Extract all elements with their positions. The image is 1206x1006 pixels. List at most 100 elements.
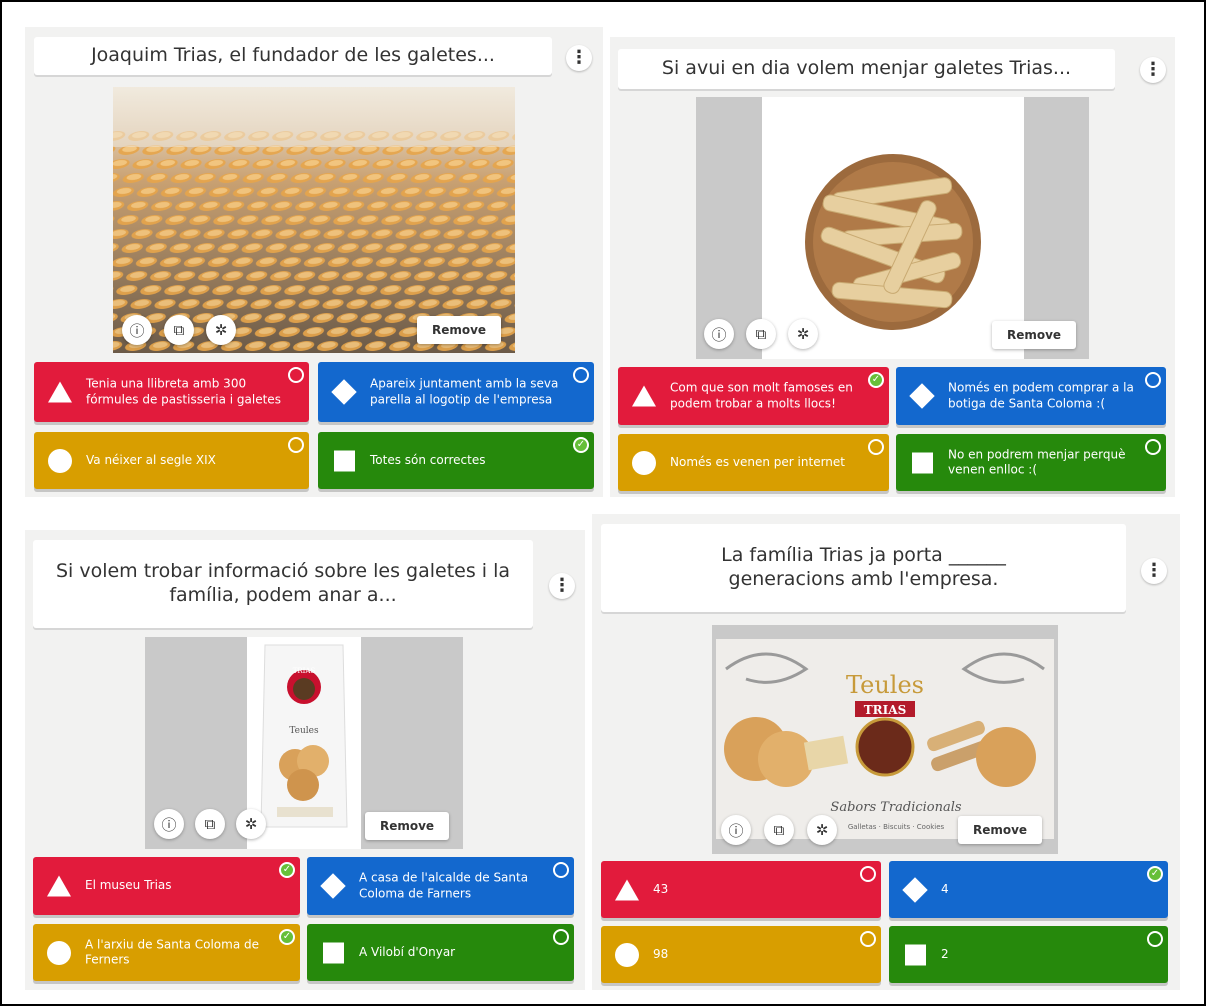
question-image: Teules TRIAS Sabors Tradicionals Galleta… <box>712 625 1058 854</box>
magic-wand-icon[interactable]: ✲ <box>788 319 818 349</box>
answer-3[interactable]: Només es venen per internet <box>618 434 889 491</box>
circle-icon <box>632 450 656 475</box>
triangle-icon <box>615 879 639 900</box>
correct-toggle-checked[interactable]: ✓ <box>868 372 884 388</box>
box-logo-text: TRIAS <box>864 703 907 717</box>
diamond-icon <box>909 383 935 409</box>
more-options-icon[interactable]: ⋮ <box>566 45 592 71</box>
correct-toggle[interactable] <box>288 437 304 453</box>
correct-toggle-checked[interactable]: ✓ <box>279 929 295 945</box>
triangle-icon <box>47 875 71 897</box>
correct-toggle-checked[interactable]: ✓ <box>1147 866 1163 882</box>
answer-3[interactable]: 98 <box>601 926 881 983</box>
teules-box-photo: Teules TRIAS Sabors Tradicionals Galleta… <box>716 639 1054 839</box>
package-brand-text: TRIAS <box>293 667 316 675</box>
package-name-text: Teules <box>289 726 319 736</box>
square-icon <box>912 452 933 473</box>
correct-toggle[interactable] <box>553 929 569 945</box>
answer-text: 98 <box>653 946 669 961</box>
magic-wand-icon[interactable]: ✲ <box>807 815 837 845</box>
correct-toggle[interactable] <box>1147 931 1163 947</box>
remove-image-button[interactable]: Remove <box>958 816 1042 844</box>
biscuits-photo <box>113 87 515 353</box>
question-card-4: La família Trias ja porta ______ generac… <box>592 514 1180 990</box>
answer-2[interactable]: 4 ✓ <box>889 861 1168 918</box>
correct-toggle[interactable] <box>1145 372 1161 388</box>
square-icon <box>334 450 355 471</box>
question-title[interactable]: Si volem trobar informació sobre les gal… <box>33 540 533 628</box>
more-options-icon[interactable]: ⋮ <box>1141 558 1167 584</box>
box-brand-text: Teules <box>846 671 924 699</box>
crop-icon[interactable]: ⧉ <box>164 315 194 345</box>
answer-text: A l'arxiu de Santa Coloma de Ferners <box>85 936 259 967</box>
magic-wand-icon[interactable]: ✲ <box>236 809 266 839</box>
answer-2[interactable]: A casa de l'alcalde de Santa Coloma de F… <box>307 857 574 915</box>
circle-icon <box>47 940 71 965</box>
triangle-icon <box>48 381 72 403</box>
answer-4[interactable]: Totes són correctes ✓ <box>318 432 594 489</box>
question-image: ⓘ ⧉ ✲ Remove <box>696 97 1089 359</box>
diamond-icon <box>902 876 928 903</box>
answer-1[interactable]: El museu Trias ✓ <box>33 857 300 915</box>
question-title[interactable]: Joaquim Trias, el fundador de les galete… <box>34 37 552 75</box>
square-icon <box>323 942 344 963</box>
crop-icon[interactable]: ⧉ <box>764 815 794 845</box>
question-card-2: Si avui en dia volem menjar galetes Tria… <box>610 37 1175 497</box>
correct-toggle[interactable] <box>860 931 876 947</box>
triangle-icon <box>632 385 656 407</box>
correct-toggle[interactable] <box>288 367 304 383</box>
correct-toggle[interactable] <box>860 866 876 882</box>
circle-icon <box>48 448 72 473</box>
answer-1[interactable]: Com que son molt famoses en podem trobar… <box>618 367 889 425</box>
question-card-3: Si volem trobar informació sobre les gal… <box>25 530 585 990</box>
answer-4[interactable]: A Vilobí d'Onyar <box>307 924 574 981</box>
remove-image-button[interactable]: Remove <box>365 812 449 840</box>
answer-text: Com que son molt famoses en podem trobar… <box>670 380 853 410</box>
question-title[interactable]: Si avui en dia volem menjar galetes Tria… <box>618 49 1115 89</box>
correct-toggle[interactable] <box>1145 439 1161 455</box>
answer-text: Va néixer al segle XIX <box>86 452 216 467</box>
correct-toggle-checked[interactable]: ✓ <box>279 862 295 878</box>
answer-text: Apareix juntament amb la seva parella al… <box>370 376 559 406</box>
more-options-icon[interactable]: ⋮ <box>549 573 575 599</box>
answer-text: A Vilobí d'Onyar <box>359 944 456 959</box>
answer-text: El museu Trias <box>85 878 172 893</box>
answer-3[interactable]: Va néixer al segle XIX <box>34 432 309 489</box>
more-options-icon[interactable]: ⋮ <box>1140 57 1166 83</box>
answer-1[interactable]: 43 <box>601 861 881 918</box>
correct-toggle[interactable] <box>553 862 569 878</box>
answer-1[interactable]: Tenia una llibreta amb 300 fórmules de p… <box>34 362 309 422</box>
info-icon[interactable]: ⓘ <box>704 319 734 349</box>
info-icon[interactable]: ⓘ <box>122 315 152 345</box>
square-icon <box>905 944 926 965</box>
question-title[interactable]: La família Trias ja porta ______ generac… <box>601 524 1126 612</box>
info-icon[interactable]: ⓘ <box>721 815 751 845</box>
remove-image-button[interactable]: Remove <box>417 316 501 344</box>
crop-icon[interactable]: ⧉ <box>746 319 776 349</box>
answer-text: Tenia una llibreta amb 300 fórmules de p… <box>86 376 281 406</box>
answer-2[interactable]: Apareix juntament amb la seva parella al… <box>318 362 594 422</box>
answer-text: Només es venen per internet <box>670 454 845 469</box>
magic-wand-icon[interactable]: ✲ <box>206 315 236 345</box>
diamond-icon <box>331 379 357 405</box>
correct-toggle[interactable] <box>868 439 884 455</box>
correct-toggle-checked[interactable]: ✓ <box>573 437 589 453</box>
box-tagline-text: Sabors Tradicionals <box>830 800 961 815</box>
answer-text: No en podrem menjar perquè venen enlloc … <box>948 446 1126 477</box>
answer-4[interactable]: 2 <box>889 926 1168 983</box>
correct-toggle[interactable] <box>573 367 589 383</box>
answer-text: Totes són correctes <box>370 452 486 467</box>
answer-text: 4 <box>941 881 949 896</box>
answer-text: A casa de l'alcalde de Santa Coloma de F… <box>359 870 529 900</box>
answer-4[interactable]: No en podrem menjar perquè venen enlloc … <box>896 434 1166 491</box>
answer-2[interactable]: Només en podem comprar a la botiga de Sa… <box>896 367 1166 425</box>
answer-text: Només en podem comprar a la botiga de Sa… <box>948 380 1134 410</box>
answer-3[interactable]: A l'arxiu de Santa Coloma de Ferners ✓ <box>33 924 300 981</box>
diamond-icon <box>320 873 346 899</box>
question-card-1: Joaquim Trias, el fundador de les galete… <box>25 27 603 497</box>
remove-image-button[interactable]: Remove <box>992 321 1076 349</box>
question-image: TRIAS Teules ⓘ ⧉ ✲ Remove <box>145 637 463 849</box>
crop-icon[interactable]: ⧉ <box>195 809 225 839</box>
circle-icon <box>615 942 639 967</box>
info-icon[interactable]: ⓘ <box>154 809 184 839</box>
